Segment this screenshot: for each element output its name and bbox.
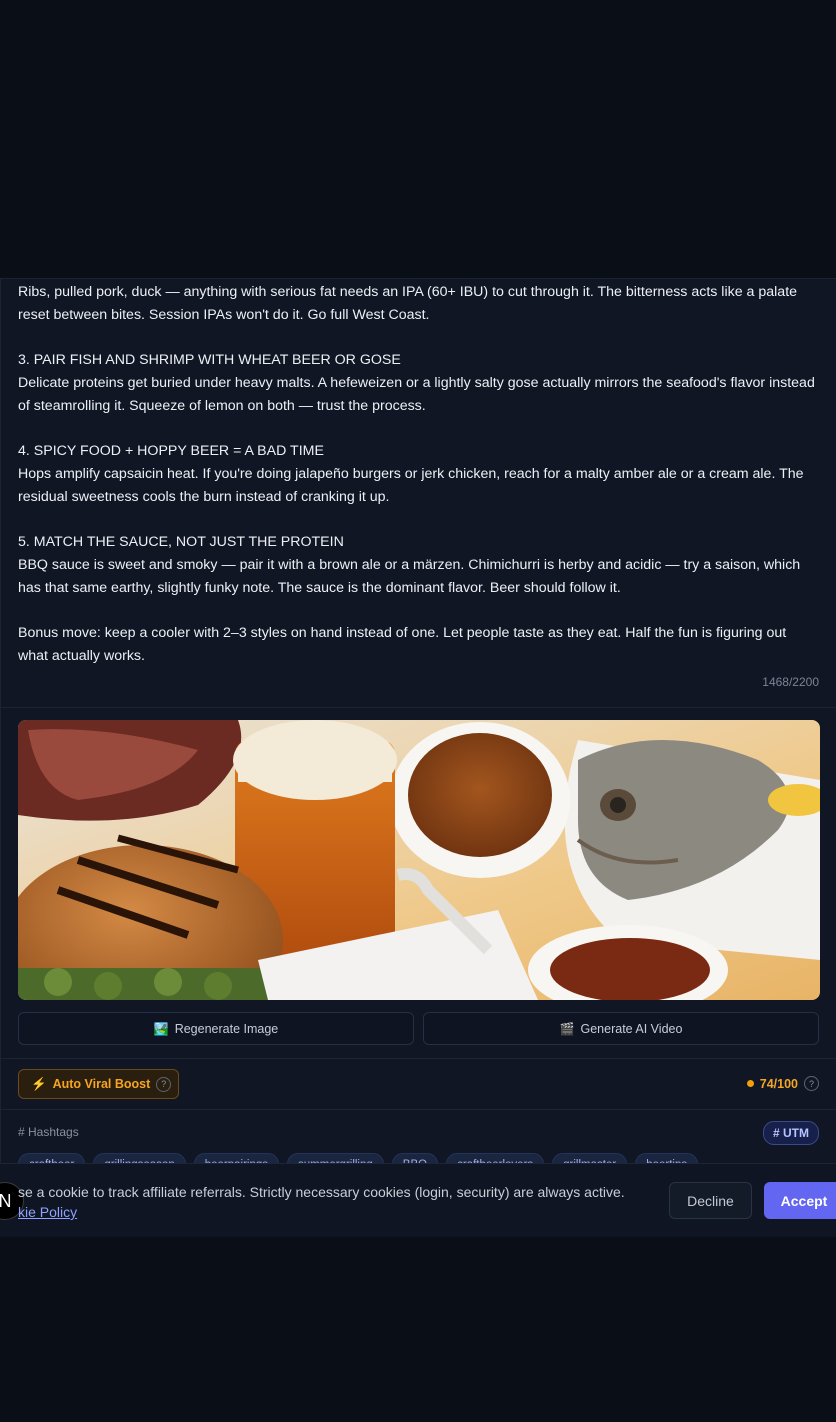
post-paragraph: BBQ sauce is sweet and smoky — pair it w…: [18, 557, 801, 596]
image-icon: 🏞️: [153, 1021, 169, 1036]
auto-viral-boost-label: Auto Viral Boost: [52, 1077, 151, 1091]
cookie-banner: N se a cookie to track affiliate referra…: [0, 1163, 836, 1237]
cookie-text: se a cookie to track affiliate referrals…: [18, 1184, 625, 1200]
post-paragraph: Bonus move: keep a cooler with 2–3 style…: [18, 625, 787, 664]
auto-viral-boost-button[interactable]: ⚡ Auto Viral Boost ?: [18, 1069, 179, 1099]
generate-video-button[interactable]: 🎬 Generate AI Video: [423, 1012, 819, 1045]
cookie-message: se a cookie to track affiliate referrals…: [18, 1182, 658, 1222]
character-count: 1468/2200: [762, 675, 819, 689]
viral-score: 74/100 ?: [746, 1076, 819, 1091]
clapper-icon: 🎬: [559, 1021, 575, 1036]
accept-button[interactable]: Accept: [764, 1182, 836, 1219]
post-editor-card: Ribs, pulled pork, duck — anything with …: [0, 278, 836, 1236]
utm-button[interactable]: # UTM: [763, 1121, 819, 1145]
post-text-area[interactable]: Ribs, pulled pork, duck — anything with …: [18, 281, 818, 690]
hashtags-label: # Hashtags: [18, 1125, 79, 1139]
post-heading: 4. SPICY FOOD + HOPPY BEER = A BAD TIME: [18, 443, 324, 459]
post-paragraph: Delicate proteins get buried under heavy…: [18, 375, 815, 414]
post-section: 5. MATCH THE SAUCE, NOT JUST THE PROTEIN…: [18, 531, 818, 600]
viral-score-value: 74/100: [759, 1076, 798, 1091]
divider: [1, 1058, 836, 1059]
decline-button[interactable]: Decline: [669, 1182, 752, 1219]
generate-video-label: Generate AI Video: [580, 1021, 683, 1036]
post-heading: 3. PAIR FISH AND SHRIMP WITH WHEAT BEER …: [18, 352, 401, 368]
regenerate-image-label: Regenerate Image: [174, 1021, 279, 1036]
divider: [1, 1109, 836, 1110]
regenerate-image-button[interactable]: 🏞️ Regenerate Image: [18, 1012, 414, 1045]
post-paragraph: Hops amplify capsaicin heat. If you're d…: [18, 466, 804, 505]
generated-image: [18, 720, 820, 1000]
help-icon[interactable]: ?: [804, 1076, 819, 1091]
help-icon[interactable]: ?: [156, 1076, 172, 1092]
post-paragraph: Ribs, pulled pork, duck — anything with …: [18, 284, 798, 323]
food-beer-image: [18, 720, 820, 1000]
cookie-policy-link[interactable]: kie Policy: [18, 1204, 77, 1220]
post-section: 3. PAIR FISH AND SHRIMP WITH WHEAT BEER …: [18, 349, 818, 418]
score-dot-icon: [746, 1080, 754, 1087]
post-section: 4. SPICY FOOD + HOPPY BEER = A BAD TIME …: [18, 440, 818, 509]
divider: [1, 707, 836, 708]
lightning-icon: ⚡: [31, 1076, 47, 1091]
post-heading: 5. MATCH THE SAUCE, NOT JUST THE PROTEIN: [18, 534, 344, 550]
